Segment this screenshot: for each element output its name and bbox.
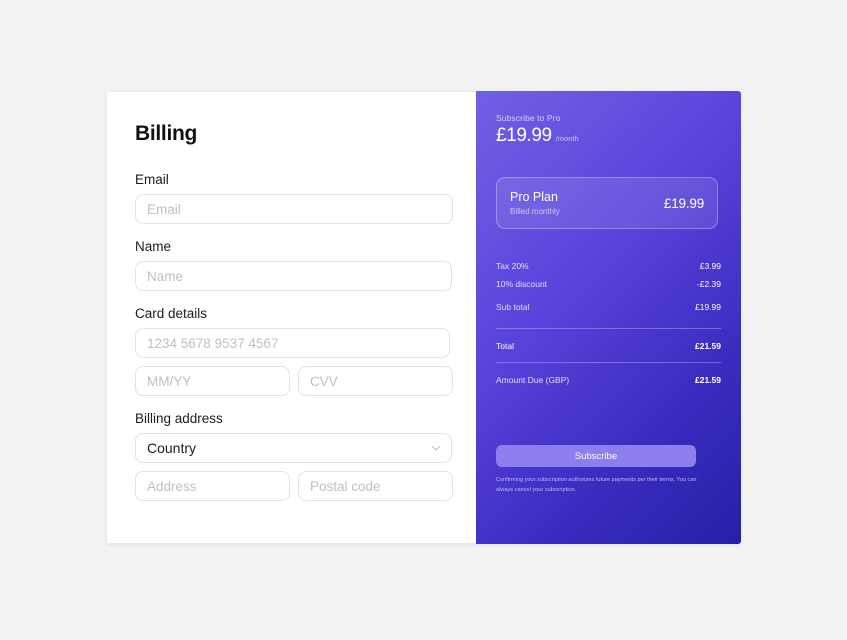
line-item-label: Sub total <box>496 302 530 312</box>
headline-price-amount: £19.99 <box>496 125 552 146</box>
amount-due-label: Amount Due (GBP) <box>496 375 570 385</box>
line-item-label: Tax 20% <box>496 261 529 271</box>
card-details-label: Card details <box>135 306 208 321</box>
line-item-value: -£2.39 <box>696 279 721 289</box>
address-input[interactable] <box>135 471 290 501</box>
plan-name: Pro Plan <box>510 190 558 205</box>
country-select-wrapper: Country <box>135 433 452 463</box>
line-item: Tax 20% £3.99 <box>496 261 721 271</box>
email-label: Email <box>135 172 169 187</box>
email-input[interactable] <box>135 194 453 224</box>
subscribe-button[interactable]: Subscribe <box>496 445 696 467</box>
card-expiry-input[interactable] <box>135 366 290 396</box>
page-title: Billing <box>135 122 198 145</box>
country-select-value: Country <box>147 440 197 456</box>
amount-due-value: £21.59 <box>695 375 721 385</box>
headline-price-period: /month <box>555 134 579 143</box>
divider <box>496 362 721 363</box>
card-number-input[interactable] <box>135 328 450 358</box>
country-select[interactable]: Country <box>135 433 452 463</box>
billing-form-pane: Billing Email Name Card details Billing … <box>106 91 476 544</box>
fine-print-text: Confirming your subscription authorizes … <box>496 477 697 493</box>
total-row: Total £21.59 <box>496 341 721 351</box>
divider <box>496 328 721 329</box>
card-details-field-group: Card details <box>135 306 453 396</box>
amount-due-row: Amount Due (GBP) £21.59 <box>496 375 721 385</box>
line-item-value: £19.99 <box>695 302 721 312</box>
billing-address-label: Billing address <box>135 411 223 426</box>
card-cvv-input[interactable] <box>298 366 453 396</box>
address-postal-row <box>135 471 453 501</box>
checkout-card: Billing Email Name Card details Billing … <box>106 91 741 544</box>
total-label: Total <box>496 341 514 351</box>
plan-card[interactable]: Pro Plan Billed monthly £19.99 <box>496 177 718 229</box>
line-item: Sub total £19.99 <box>496 302 721 312</box>
plan-billing-cycle: Billed monthly <box>510 206 560 216</box>
total-value: £21.59 <box>695 341 721 351</box>
subscribe-eyebrow: Subscribe to Pro <box>496 113 561 123</box>
plan-price: £19.99 <box>663 195 704 211</box>
line-item: 10% discount -£2.39 <box>496 279 721 289</box>
headline-price: £19.99 /month <box>496 125 721 147</box>
name-input[interactable] <box>135 261 452 291</box>
line-item-value: £3.99 <box>699 261 721 271</box>
billing-address-field-group: Billing address Country <box>135 411 453 501</box>
postal-code-input[interactable] <box>298 471 453 501</box>
line-item-label: 10% discount <box>496 279 548 289</box>
name-field-group: Name <box>135 239 452 291</box>
plan-card-info: Pro Plan Billed monthly <box>510 190 560 215</box>
email-field-group: Email <box>135 172 453 224</box>
card-expiry-cvv-row <box>135 366 453 396</box>
subscription-summary-pane: Subscribe to Pro £19.99 /month Pro Plan … <box>476 91 741 544</box>
name-label: Name <box>135 239 172 254</box>
